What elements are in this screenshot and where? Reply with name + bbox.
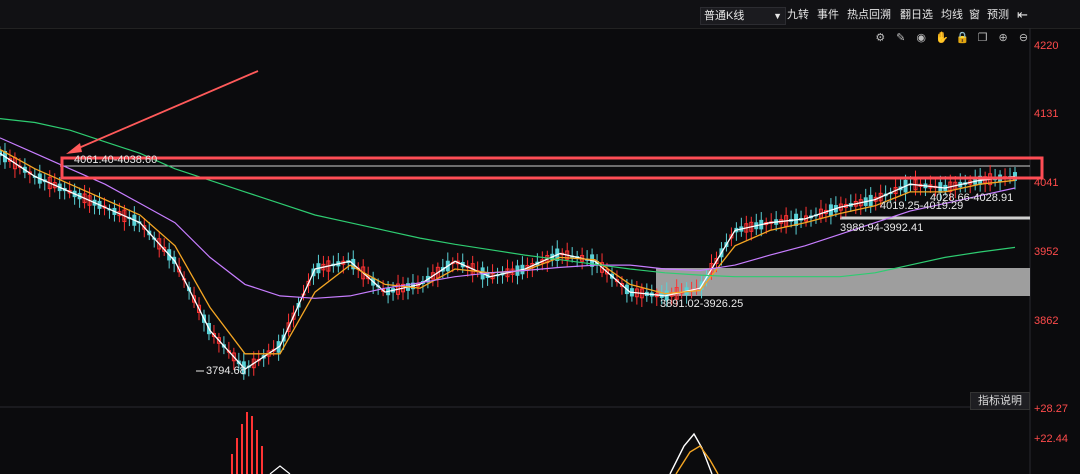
zone-label-5: 3891.02-3926.25: [660, 298, 744, 310]
support-zone-rect: [656, 268, 1030, 296]
price-tick-2: 4131: [1034, 108, 1059, 120]
price-tick-5: 3862: [1034, 315, 1059, 327]
zone-label-3: 4019.25-4019.29: [880, 200, 964, 212]
ma-line-ma60: [0, 118, 1016, 278]
resistance-zone-label: 4061.40-4038.60: [74, 154, 158, 166]
indicator-help-button[interactable]: 指标说明: [970, 392, 1030, 410]
price-tick-4: 3952: [1034, 246, 1059, 258]
zone-label-4: 3988.94-3992.41: [840, 222, 924, 234]
resistance-highlight-box: [60, 156, 1044, 180]
ma-line-ma10: [0, 148, 1016, 355]
price-tick-1: 4220: [1034, 40, 1059, 52]
kline-chart[interactable]: [0, 0, 1080, 474]
price-tick-3: 4041: [1034, 177, 1059, 189]
indicator-bars: [231, 412, 719, 474]
oscillator-line-left: [269, 465, 291, 474]
annotation-arrow-line: [73, 70, 259, 151]
indicator-tick-1: +28.27: [1034, 403, 1068, 415]
low-price-label: 3794.68: [206, 365, 246, 377]
indicator-tick-2: +22.44: [1034, 433, 1068, 445]
annotation-arrowhead: [66, 143, 82, 154]
